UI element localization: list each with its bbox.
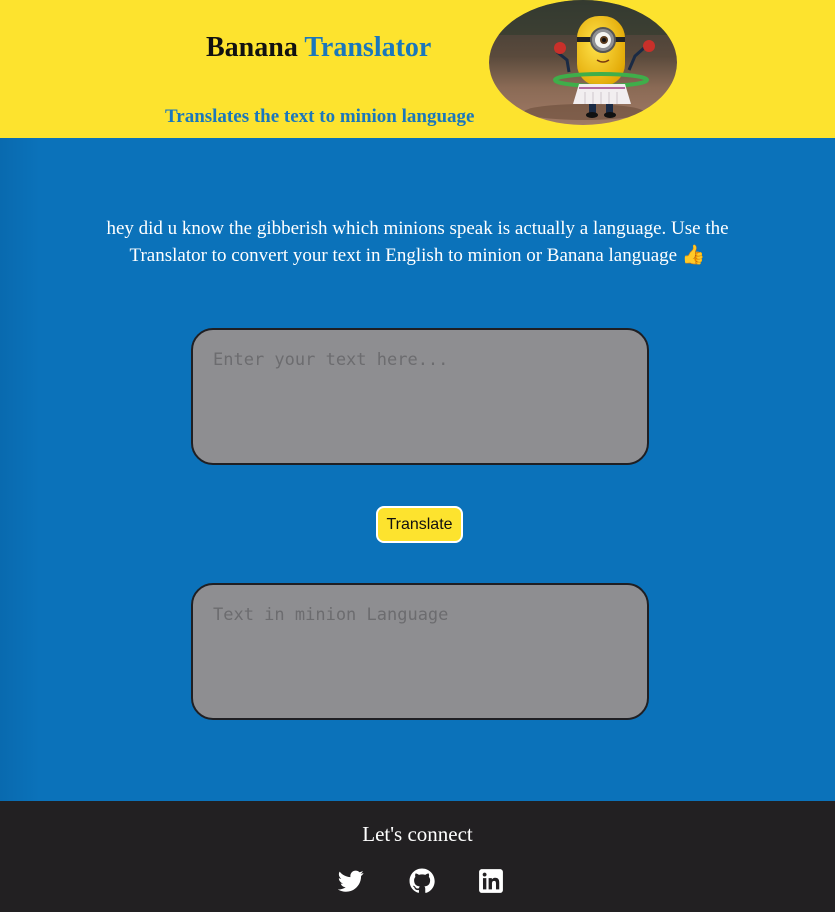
page-title: Banana Translator: [206, 30, 431, 66]
site-header: Banana Translator Translates the text to…: [0, 0, 835, 138]
github-link[interactable]: [409, 868, 435, 894]
translate-button[interactable]: Translate: [376, 506, 463, 543]
linkedin-icon: [479, 869, 503, 893]
intro-text: hey did u know the gibberish which minio…: [106, 218, 729, 266]
output-textarea[interactable]: [191, 583, 649, 720]
title-translator: Translator: [304, 32, 432, 63]
minion-image: [489, 0, 677, 125]
github-icon: [409, 868, 435, 893]
twitter-icon: [338, 870, 364, 892]
input-textarea[interactable]: [191, 328, 649, 465]
main-section: hey did u know the gibberish which minio…: [0, 138, 835, 801]
page-subtitle: Translates the text to minion language: [165, 106, 475, 127]
site-footer: Let's connect: [0, 801, 835, 912]
footer-heading: Let's connect: [362, 822, 473, 846]
title-banana: Banana: [206, 32, 298, 63]
linkedin-link[interactable]: [478, 868, 504, 894]
twitter-link[interactable]: [338, 868, 364, 894]
